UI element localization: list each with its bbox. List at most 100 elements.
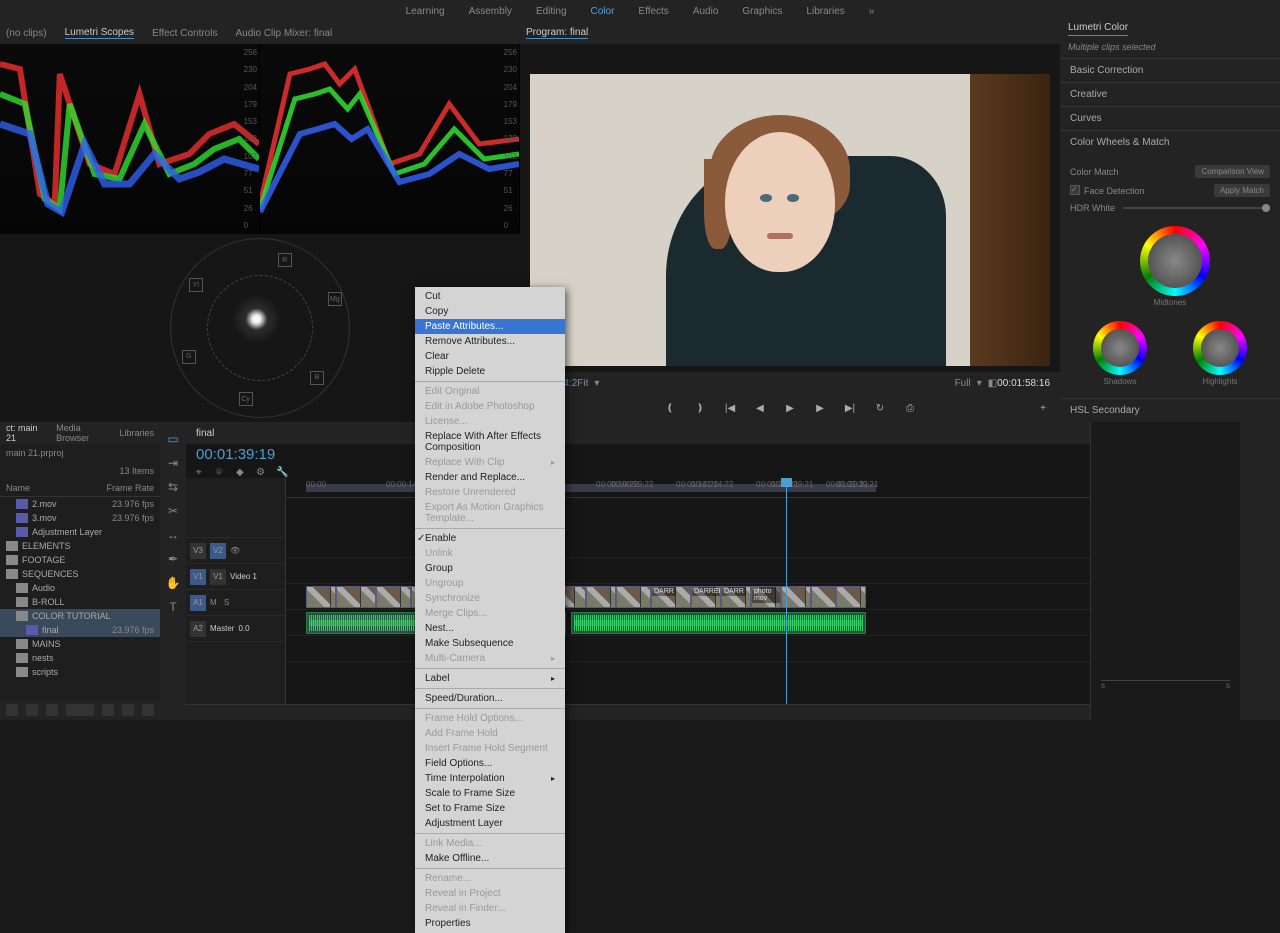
workspace-editing[interactable]: Editing xyxy=(536,6,567,17)
razor-tool[interactable]: ✂ xyxy=(166,504,180,518)
midtones-wheel[interactable] xyxy=(1140,226,1210,296)
project-tab[interactable]: Libraries xyxy=(119,428,154,438)
project-item[interactable]: FOOTAGE xyxy=(0,553,160,567)
track-a1-mute-icon[interactable]: M xyxy=(210,598,220,608)
video-clip[interactable]: DARRELLE xyxy=(691,586,721,608)
waveform-rgb-parade-right[interactable]: 2562302041791531281027751260 xyxy=(260,44,520,234)
new-bin-icon[interactable] xyxy=(102,704,114,716)
ctx-render-and-replace[interactable]: Render and Replace... xyxy=(415,470,565,485)
tab--no-clips-[interactable]: (no clips) xyxy=(6,28,47,39)
ctx-group[interactable]: Group xyxy=(415,561,565,576)
safe-margins-icon[interactable]: ◧ xyxy=(988,378,997,389)
ctx-clear[interactable]: Clear xyxy=(415,349,565,364)
workspace-graphics[interactable]: Graphics xyxy=(742,6,782,17)
sec-basic-correction[interactable]: Basic Correction xyxy=(1060,58,1280,82)
ctx-scale-to-frame-size[interactable]: Scale to Frame Size xyxy=(415,786,565,801)
audio-meters[interactable] xyxy=(1240,422,1280,720)
timeline-tc[interactable]: 00:01:39:19 xyxy=(196,446,288,463)
workspace-more-icon[interactable]: » xyxy=(869,6,875,17)
hand-tool[interactable]: ✋ xyxy=(166,576,180,590)
ripple-tool[interactable]: ⇆ xyxy=(166,480,180,494)
sec-curves[interactable]: Curves xyxy=(1060,106,1280,130)
project-item[interactable]: MAINS xyxy=(0,637,160,651)
ctx-remove-attributes[interactable]: Remove Attributes... xyxy=(415,334,565,349)
project-item[interactable]: Adjustment Layer xyxy=(0,525,160,539)
ctx-cut[interactable]: Cut xyxy=(415,289,565,304)
project-item[interactable]: Audio xyxy=(0,581,160,595)
ctx-make-subsequence[interactable]: Make Subsequence xyxy=(415,636,565,651)
track-v3-source[interactable]: V3 xyxy=(190,543,206,559)
mark-out-icon[interactable]: ❫ xyxy=(693,401,707,415)
export-frame-icon[interactable]: ⎙ xyxy=(903,401,917,415)
tab-lumetri-scopes[interactable]: Lumetri Scopes xyxy=(65,27,134,39)
video-clip[interactable]: photo mov xyxy=(751,586,781,608)
video-clip[interactable] xyxy=(616,586,651,608)
workspace-color[interactable]: Color xyxy=(591,6,615,17)
mark-in-icon[interactable]: ❪ xyxy=(663,401,677,415)
workspace-assembly[interactable]: Assembly xyxy=(469,6,512,17)
col-framerate[interactable]: Frame Rate xyxy=(106,483,154,493)
tab-audio-clip-mixer-final[interactable]: Audio Clip Mixer: final xyxy=(235,28,332,39)
track-v1[interactable]: DARRDARRELLEDARRphoto mov xyxy=(286,584,1090,610)
ctx-copy[interactable]: Copy xyxy=(415,304,565,319)
ctx-speed-duration[interactable]: Speed/Duration... xyxy=(415,691,565,706)
play-icon[interactable]: ▶ xyxy=(783,401,797,415)
timeline-ruler[interactable]: 00:0000:00:14:2200:00:29:2100:00:59:2200… xyxy=(286,478,1090,498)
project-item[interactable]: 3.mov23.976 fps xyxy=(0,511,160,525)
program-full-dropdown[interactable]: Full xyxy=(955,378,971,389)
ctx-enable[interactable]: ✓Enable xyxy=(415,531,565,546)
ctx-make-offline[interactable]: Make Offline... xyxy=(415,851,565,866)
project-item[interactable]: final23.976 fps xyxy=(0,623,160,637)
program-display[interactable] xyxy=(530,74,1050,366)
project-tab[interactable]: Media Browser xyxy=(56,423,105,443)
project-item[interactable]: SEQUENCES xyxy=(0,567,160,581)
sec-hsl-secondary[interactable]: HSL Secondary xyxy=(1060,398,1280,422)
workspace-audio[interactable]: Audio xyxy=(693,6,719,17)
loop-icon[interactable]: ↻ xyxy=(873,401,887,415)
video-clip[interactable] xyxy=(811,586,836,608)
project-item[interactable]: nests xyxy=(0,651,160,665)
comparison-view-button[interactable]: Comparison View xyxy=(1195,165,1270,178)
go-in-icon[interactable]: |◀ xyxy=(723,401,737,415)
sec-creative[interactable]: Creative xyxy=(1060,82,1280,106)
track-a2-target[interactable]: A2 xyxy=(190,621,206,637)
video-clip[interactable] xyxy=(836,586,866,608)
face-detection-checkbox[interactable] xyxy=(1070,185,1080,195)
project-item[interactable]: scripts xyxy=(0,665,160,679)
list-view-icon[interactable] xyxy=(6,704,18,716)
workspace-learning[interactable]: Learning xyxy=(406,6,445,17)
project-item[interactable]: 2.mov23.976 fps xyxy=(0,497,160,511)
apply-match-button[interactable]: Apply Match xyxy=(1214,184,1270,197)
track-v2[interactable] xyxy=(286,558,1090,584)
freeform-view-icon[interactable] xyxy=(46,704,58,716)
highlights-wheel[interactable] xyxy=(1193,321,1247,375)
ctx-label[interactable]: Label xyxy=(415,671,565,686)
button-editor-icon[interactable]: + xyxy=(1036,401,1050,415)
workspace-libraries[interactable]: Libraries xyxy=(806,6,844,17)
ctx-nest[interactable]: Nest... xyxy=(415,621,565,636)
timeline-zoom-scrollbar[interactable] xyxy=(186,704,1090,720)
track-v1-target[interactable]: V1 xyxy=(210,569,226,585)
shadows-wheel[interactable] xyxy=(1093,321,1147,375)
workspace-effects[interactable]: Effects xyxy=(638,6,668,17)
ctx-paste-attributes[interactable]: Paste Attributes... xyxy=(415,319,565,334)
ctx-properties[interactable]: Properties xyxy=(415,916,565,931)
sec-color-wheels[interactable]: Color Wheels & Match xyxy=(1060,130,1280,154)
track-a1-target[interactable]: A1 xyxy=(190,595,206,611)
slip-tool[interactable]: ↔ xyxy=(166,528,180,542)
project-item[interactable]: B-ROLL xyxy=(0,595,160,609)
type-tool[interactable]: T xyxy=(166,600,180,614)
playhead[interactable] xyxy=(786,478,787,704)
track-a2[interactable] xyxy=(286,636,1090,662)
video-clip[interactable] xyxy=(586,586,616,608)
step-back-icon[interactable]: ◀ xyxy=(753,401,767,415)
project-tab[interactable]: ct: main 21 xyxy=(6,423,42,443)
trash-icon[interactable] xyxy=(142,704,154,716)
video-clip[interactable] xyxy=(336,586,376,608)
track-v2-eye-icon[interactable]: 👁 xyxy=(230,546,240,556)
icon-view-icon[interactable] xyxy=(26,704,38,716)
track-a1[interactable] xyxy=(286,610,1090,636)
video-clip[interactable] xyxy=(306,586,336,608)
video-clip[interactable]: DARR xyxy=(651,586,691,608)
track-v2-target[interactable]: V2 xyxy=(210,543,226,559)
